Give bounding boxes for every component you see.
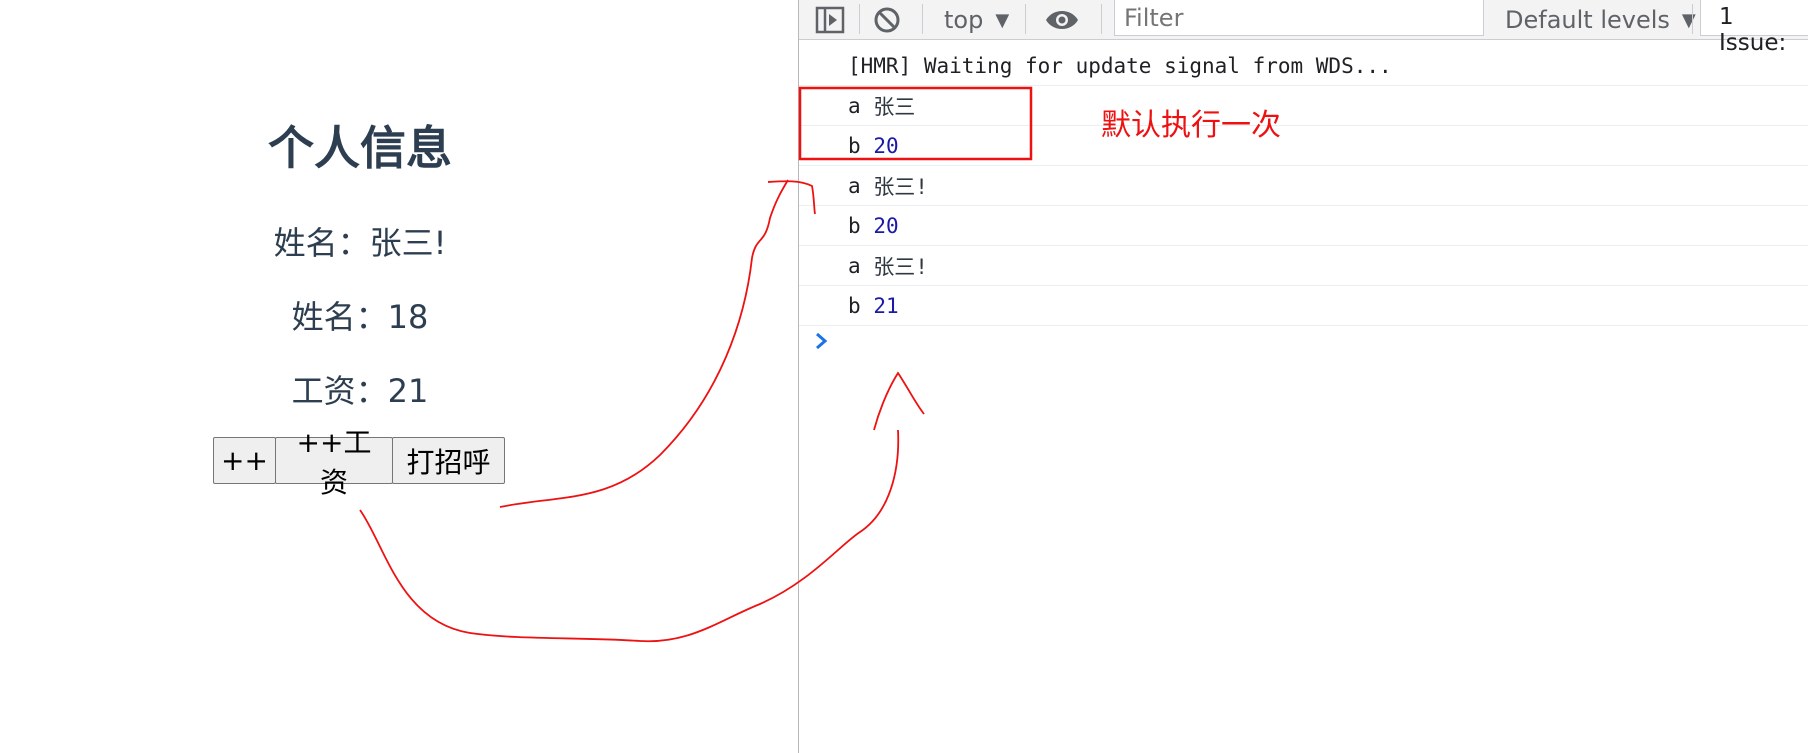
console-toolbar: top ▼ Filter Default levels ▼ 1 Issue: bbox=[799, 0, 1808, 56]
log-label: b bbox=[848, 293, 861, 318]
chevron-down-icon: ▼ bbox=[1681, 9, 1696, 31]
console-log-row: a 张三 bbox=[799, 86, 1808, 126]
chevron-down-icon: ▼ bbox=[995, 9, 1010, 31]
sidebar-toggle-icon[interactable] bbox=[815, 0, 845, 40]
log-value: 21 bbox=[873, 293, 899, 318]
button-row: ++ ++工资 打招呼 bbox=[213, 426, 505, 499]
app-page: 个人信息 姓名：张三! 姓名：18 工资：21 ++ ++工资 打招呼 bbox=[0, 0, 798, 753]
page-title: 个人信息 bbox=[268, 121, 452, 175]
context-label: top bbox=[944, 6, 984, 34]
devtools-console: top ▼ Filter Default levels ▼ 1 Issue: [… bbox=[798, 0, 1808, 753]
eye-icon[interactable] bbox=[1045, 0, 1079, 40]
console-log-row: b 20 bbox=[799, 206, 1808, 246]
console-log-row: [HMR] Waiting for update signal from WDS… bbox=[799, 46, 1808, 86]
age-line: 姓名：18 bbox=[291, 298, 429, 336]
issues-button[interactable]: 1 Issue: bbox=[1700, 0, 1808, 56]
log-label: b bbox=[848, 133, 861, 158]
console-log-row: b 21 bbox=[799, 286, 1808, 326]
filter-input[interactable]: Filter bbox=[1114, 0, 1484, 36]
log-label: a bbox=[848, 173, 861, 198]
increment-salary-button[interactable]: ++工资 bbox=[275, 426, 393, 499]
log-value: 20 bbox=[873, 133, 899, 158]
clear-console-icon[interactable] bbox=[873, 0, 901, 40]
context-selector[interactable]: top ▼ bbox=[944, 0, 1009, 40]
salary-line: 工资：21 bbox=[291, 372, 429, 410]
log-value: 20 bbox=[873, 213, 899, 238]
levels-label: Default levels bbox=[1505, 6, 1670, 34]
increment-button[interactable]: ++ bbox=[213, 437, 276, 484]
log-label: a bbox=[848, 93, 861, 118]
levels-dropdown[interactable]: Default levels ▼ bbox=[1505, 0, 1696, 40]
annotation-note: 默认执行一次 bbox=[1101, 108, 1281, 143]
log-value: 张三 bbox=[873, 94, 916, 119]
name-line: 姓名：张三! bbox=[273, 224, 447, 262]
log-label: a bbox=[848, 253, 861, 278]
greet-button[interactable]: 打招呼 bbox=[392, 437, 505, 484]
log-value: 张三! bbox=[873, 254, 928, 279]
console-prompt[interactable] bbox=[814, 330, 830, 357]
log-text: [HMR] Waiting for update signal from WDS… bbox=[848, 53, 1392, 78]
log-label: b bbox=[848, 213, 861, 238]
console-log-row: b 20 bbox=[799, 126, 1808, 166]
log-value: 张三! bbox=[873, 174, 928, 199]
console-log-row: a 张三! bbox=[799, 166, 1808, 206]
console-log-row: a 张三! bbox=[799, 246, 1808, 286]
